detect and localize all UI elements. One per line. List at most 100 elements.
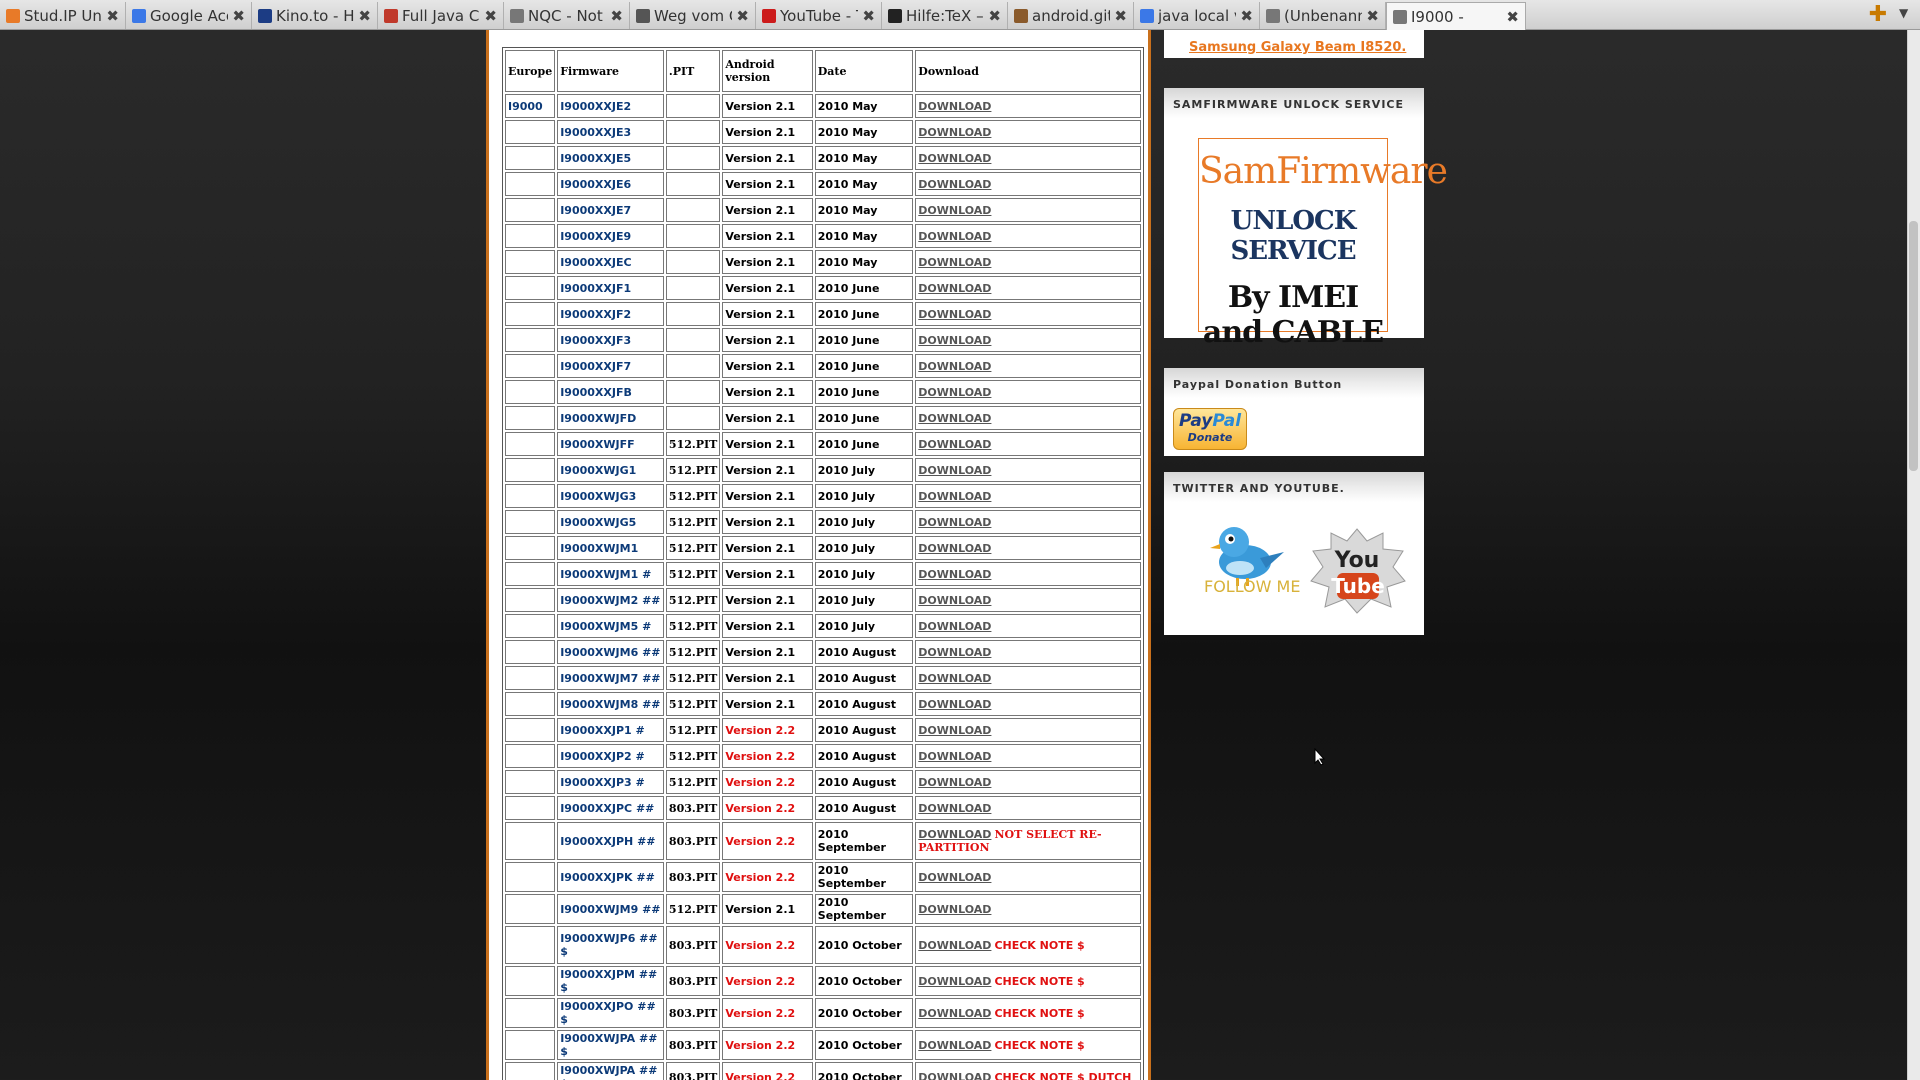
tab-2[interactable]: Kino.to - Ho...✖ [252, 2, 378, 29]
download-link[interactable]: DOWNLOAD [918, 516, 991, 529]
download-link[interactable]: DOWNLOAD [918, 1039, 991, 1052]
firmware-name-cell: I9000XXJF1 [557, 276, 664, 300]
download-link[interactable]: DOWNLOAD [918, 464, 991, 477]
download-link[interactable]: DOWNLOAD [918, 750, 991, 763]
download-link[interactable]: DOWNLOAD [918, 334, 991, 347]
download-link[interactable]: DOWNLOAD [918, 152, 991, 165]
download-link[interactable]: DOWNLOAD [918, 126, 991, 139]
download-link[interactable]: DOWNLOAD [918, 776, 991, 789]
europe-model[interactable]: I9000 [508, 100, 543, 113]
pit-file-cell [665, 120, 721, 144]
pit-file: 803.PIT [668, 1070, 718, 1080]
page-scrollbar[interactable] [1907, 30, 1920, 1080]
tab-10[interactable]: (Unbenannt)✖ [1260, 2, 1386, 29]
download-link[interactable]: DOWNLOAD [918, 386, 991, 399]
samsung-galaxy-beam-link[interactable]: Samsung Galaxy Beam I8520. [1189, 40, 1406, 55]
close-icon[interactable]: ✖ [862, 7, 875, 25]
close-icon[interactable]: ✖ [1114, 7, 1127, 25]
tab-4[interactable]: NQC - Not Q...✖ [504, 2, 630, 29]
tab-9[interactable]: java local va...✖ [1134, 2, 1260, 29]
paypal-donate-button[interactable]: PayPal Donate [1173, 408, 1247, 450]
tab-list-chevron-icon[interactable]: ▼ [1899, 6, 1908, 20]
download-link[interactable]: DOWNLOAD [918, 178, 991, 191]
firmware-name-cell: I9000XWJM5 # [557, 614, 664, 638]
europe-model-cell [505, 1030, 556, 1060]
download-link[interactable]: DOWNLOAD [918, 698, 991, 711]
header-europe: Europe [505, 50, 556, 92]
download-link[interactable]: DOWNLOAD [918, 975, 991, 988]
download-link-cell: DOWNLOAD [915, 224, 1141, 248]
close-icon[interactable]: ✖ [736, 7, 749, 25]
release-date-cell: 2010 June [814, 276, 914, 300]
pit-file-cell: 512.PIT [665, 536, 721, 560]
firmware-name: I9000XXJPK ## [560, 870, 655, 884]
release-date-cell: 2010 May [814, 172, 914, 196]
download-link[interactable]: DOWNLOAD [918, 1007, 991, 1020]
close-icon[interactable]: ✖ [358, 7, 371, 25]
close-icon[interactable]: ✖ [232, 7, 245, 25]
download-link[interactable]: DOWNLOAD [918, 438, 991, 451]
download-link[interactable]: DOWNLOAD [918, 412, 991, 425]
new-tab-icon[interactable]: ✚ [1864, 2, 1892, 28]
download-link[interactable]: DOWNLOAD [918, 308, 991, 321]
download-link[interactable]: DOWNLOAD [918, 542, 991, 555]
close-icon[interactable]: ✖ [610, 7, 623, 25]
paypal-widget-title: Paypal Donation Button [1164, 368, 1424, 398]
download-link[interactable]: DOWNLOAD [918, 256, 991, 269]
download-link[interactable]: DOWNLOAD [918, 903, 991, 916]
close-icon[interactable]: ✖ [106, 7, 119, 25]
download-link[interactable]: DOWNLOAD [918, 490, 991, 503]
table-row: I9000XXJPC ## 803.PIT Version 2.2 2010 Augu… [505, 796, 1141, 820]
tab-0[interactable]: Stud.IP Uni ...✖ [0, 2, 126, 29]
download-link-cell: DOWNLOAD [915, 666, 1141, 690]
tab-1[interactable]: Google Acc...✖ [126, 2, 252, 29]
header-firmware: Firmware [557, 50, 664, 92]
download-link[interactable]: DOWNLOAD [918, 100, 991, 113]
firmware-name: I9000XXJF7 [560, 359, 632, 373]
download-link[interactable]: DOWNLOAD [918, 802, 991, 815]
europe-model-cell [505, 146, 556, 170]
download-link[interactable]: DOWNLOAD [918, 360, 991, 373]
tab-7[interactable]: Hilfe:TeX – ...✖ [882, 2, 1008, 29]
tab-11[interactable]: I9000 - ✖ [1386, 2, 1526, 30]
youtube-logo-icon[interactable]: You Tube [1307, 527, 1407, 615]
release-date-cell: 2010 May [814, 120, 914, 144]
tab-5[interactable]: Weg vom Ga...✖ [630, 2, 756, 29]
download-link[interactable]: DOWNLOAD [918, 230, 991, 243]
download-link[interactable]: DOWNLOAD [918, 1071, 991, 1080]
tab-6[interactable]: YouTube - T...✖ [756, 2, 882, 29]
close-icon[interactable]: ✖ [1240, 7, 1253, 25]
download-link[interactable]: DOWNLOAD [918, 939, 991, 952]
android-version-cell: Version 2.1 [722, 146, 813, 170]
close-icon[interactable]: ✖ [1506, 8, 1519, 26]
table-row: I9000 I9000XXJE2 Version 2.1 2010 May DOWNLO… [505, 94, 1141, 118]
table-row: I9000XXJE6 Version 2.1 2010 May DOWNLOAD [505, 172, 1141, 196]
scrollbar-thumb[interactable] [1909, 221, 1918, 471]
europe-model-cell [505, 328, 556, 352]
kino-icon [258, 8, 272, 23]
unlock-service-banner[interactable]: SamFirmware UNLOCK SERVICE By IMEI and C… [1198, 138, 1448, 350]
download-link[interactable]: DOWNLOAD [918, 204, 991, 217]
download-link[interactable]: DOWNLOAD [918, 594, 991, 607]
close-icon[interactable]: ✖ [988, 7, 1001, 25]
android-version-cell: Version 2.1 [722, 640, 813, 664]
download-link[interactable]: DOWNLOAD [918, 568, 991, 581]
download-link[interactable]: DOWNLOAD [918, 620, 991, 633]
close-icon[interactable]: ✖ [1366, 7, 1379, 25]
download-link[interactable]: DOWNLOAD [918, 828, 991, 841]
download-link[interactable]: DOWNLOAD [918, 282, 991, 295]
download-link[interactable]: DOWNLOAD [918, 724, 991, 737]
close-icon[interactable]: ✖ [484, 7, 497, 25]
download-link[interactable]: DOWNLOAD [918, 672, 991, 685]
svg-text:You: You [1334, 548, 1380, 573]
tab-8[interactable]: android.git....✖ [1008, 2, 1134, 29]
download-link-cell: DOWNLOAD [915, 744, 1141, 768]
download-link-cell: DOWNLOAD [915, 250, 1141, 274]
pit-file-cell: 803.PIT [665, 1030, 721, 1060]
firmware-name: I9000XWJFF [560, 437, 635, 451]
europe-model-cell [505, 614, 556, 638]
tab-3[interactable]: Full Java Co...✖ [378, 2, 504, 29]
download-link[interactable]: DOWNLOAD [918, 646, 991, 659]
download-link[interactable]: DOWNLOAD [918, 871, 991, 884]
tab-title: Kino.to - Ho... [276, 6, 355, 25]
